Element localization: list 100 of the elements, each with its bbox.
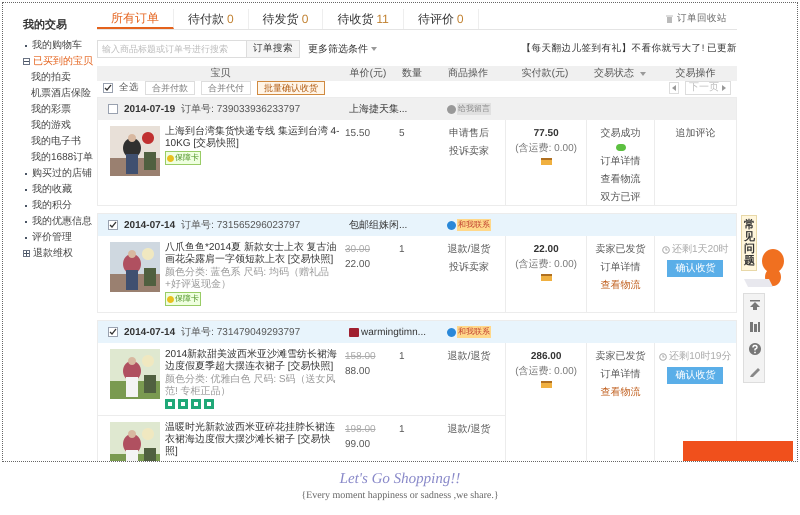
countdown: 还剩10时19分 <box>669 350 732 364</box>
status-link[interactable]: 订单详情 <box>600 367 640 382</box>
payment-icon <box>540 274 552 282</box>
order-date: 2014-07-14 <box>124 218 176 233</box>
sidebar-item[interactable]: 我的购物车 <box>32 38 82 53</box>
caret-icon <box>640 70 646 76</box>
original-price: 158.00 <box>345 350 377 364</box>
item-action-link[interactable]: 申请售后 <box>449 126 489 142</box>
original-price: 198.00 <box>345 423 377 438</box>
paid-amount: 22.00 <box>534 243 559 258</box>
item-action-link[interactable]: 投诉卖家 <box>449 260 489 276</box>
freight-note: (含运费: 0.00) <box>515 258 577 272</box>
product-title[interactable]: 上海到台湾集货快递专线 集运到台湾 4-10KG [交易快照] <box>165 126 341 150</box>
collapse-icon[interactable] <box>23 58 30 65</box>
freight-note: (含运费: 0.00) <box>515 364 577 380</box>
product-title[interactable]: 八爪鱼鱼*2014夏 新款女士上衣 复古油画花朵露肩一字领短款上衣 [交易快照] <box>165 242 341 266</box>
sidebar-item[interactable]: 我的拍卖 <box>31 70 71 85</box>
order-number: 订单号: 731479049293797 <box>181 326 300 340</box>
order-tab[interactable]: 待收货 11 <box>323 9 404 29</box>
countdown: 还剩1天20时 <box>672 242 729 258</box>
status-link[interactable]: 订单详情 <box>600 260 640 276</box>
order-date: 2014-07-14 <box>124 326 176 340</box>
sidebar-item[interactable]: 退款维权 <box>33 246 73 261</box>
product-title[interactable]: 2014新款甜美波西米亚沙滩雪纺长裙海边度假夏季超大摆连衣裙子 [交易快照] <box>165 349 341 374</box>
status-link[interactable]: 查看物流 <box>600 172 640 188</box>
sidebar-item[interactable]: 购买过的店铺 <box>32 166 92 181</box>
product-title[interactable]: 温暖时光新款波西米亚碎花挂脖长裙连衣裙海边度假大摆沙滩长裙子 [交易快照] <box>165 422 341 458</box>
status-link[interactable]: 双方已评 <box>600 190 640 206</box>
review-link[interactable]: 追加评论 <box>675 126 716 142</box>
order-number: 订单号: 739033936233797 <box>181 102 300 117</box>
shop-link[interactable]: warmingtimn... <box>361 324 426 340</box>
sidebar-item[interactable]: 我的游戏 <box>31 118 71 133</box>
checkbox[interactable] <box>103 83 113 94</box>
sidebar-item[interactable]: 机票酒店保险 <box>31 86 91 101</box>
sidebar-item[interactable]: 我的收藏 <box>32 182 72 197</box>
left-arrow-icon <box>671 85 677 92</box>
order-tab[interactable]: 待评价 0 <box>404 9 479 29</box>
column-header: 数量 <box>402 67 422 81</box>
search-button[interactable]: 订单搜索 <box>247 40 300 58</box>
previous-page-button[interactable] <box>669 82 679 94</box>
item-action-link[interactable]: 退款/退货 <box>448 422 490 438</box>
unit-price: 99.00 <box>345 438 372 452</box>
item-action-link[interactable]: 退款/退货 <box>448 242 490 258</box>
item-action-link[interactable]: 退款/退货 <box>448 349 490 364</box>
quantity: 1 <box>399 424 405 436</box>
column-header: 实付款(元) <box>522 66 568 81</box>
payment-icon <box>540 158 552 166</box>
paid-amount: 286.00 <box>530 350 562 364</box>
quantity: 1 <box>399 351 405 362</box>
order-tab[interactable]: 待发货 0 <box>248 9 324 29</box>
recycle-bin-link[interactable]: 订单回收站 <box>677 12 727 26</box>
paid-amount: 77.50 <box>534 127 559 142</box>
original-price: 30.00 <box>345 243 372 258</box>
status-link[interactable]: 查看物流 <box>600 278 640 294</box>
shop-link[interactable]: 包邮组姝闲... <box>349 218 408 233</box>
caret-icon <box>371 46 377 52</box>
batch-button[interactable]: 批量确认收货 <box>257 81 325 96</box>
sidebar-item[interactable]: 评价管理 <box>32 230 72 245</box>
guarantee-badge: 保障卡 <box>165 151 201 166</box>
help-tab[interactable]: 常见问题 <box>741 215 757 272</box>
slogan: Let's Go Shopping!! <box>340 470 460 488</box>
column-header: 宝贝 <box>210 66 230 81</box>
select-all-label[interactable]: 全选 <box>119 81 139 96</box>
product-spec: 颜色分类: 蓝色系 尺码: 均码（赠礼品+好评返现金） <box>165 267 330 292</box>
sidebar-item[interactable]: 我的电子书 <box>31 134 81 149</box>
filter-dropdown[interactable]: 更多筛选条件 <box>308 42 368 56</box>
tagline: {Every moment happiness or sadness ,we share.} <box>301 489 499 503</box>
checkbox[interactable] <box>108 220 118 230</box>
guarantee-badge: 保障卡 <box>165 292 201 306</box>
expand-icon[interactable] <box>23 250 30 257</box>
item-action-link[interactable]: 投诉卖家 <box>449 144 489 160</box>
unit-price: 22.00 <box>345 258 372 272</box>
trash-icon <box>666 15 673 23</box>
chat-icon[interactable] <box>616 144 626 152</box>
order-tab[interactable]: 待付款 0 <box>174 9 249 29</box>
sidebar-item[interactable]: 我的积分 <box>32 198 72 213</box>
checkbox[interactable] <box>108 104 118 114</box>
service-icon <box>204 399 214 410</box>
service-icon <box>178 399 188 410</box>
column-header: 交易状态 <box>594 66 634 81</box>
freight-note: (含运费: 0.00) <box>515 142 577 156</box>
sidebar-item[interactable]: 我的1688订单 <box>31 150 94 165</box>
sidebar-item[interactable]: 我的彩票 <box>31 102 71 117</box>
quantity: 5 <box>399 128 405 140</box>
status-link[interactable]: 订单详情 <box>600 154 640 170</box>
notice-text[interactable]: 【每天翻边儿签到有礼】不看你就亏大了! 已更新 <box>522 42 737 56</box>
checkbox[interactable] <box>108 327 118 338</box>
shop-link[interactable]: 上海捷天集... <box>349 102 408 117</box>
status-link[interactable]: 查看物流 <box>600 385 640 400</box>
sidebar-item[interactable]: 我的优惠信息 <box>32 214 92 229</box>
quantity: 1 <box>399 244 405 256</box>
batch-button[interactable]: 合并付款 <box>145 81 195 96</box>
order-date: 2014-07-19 <box>124 102 176 117</box>
search-field[interactable]: 输入商品标题或订单号进行搜索 <box>97 40 247 58</box>
product-spec: 颜色分类: 优雅白色 尺码: S码（送女风范! 专柜正品） <box>165 374 337 398</box>
column-header: 交易操作 <box>676 66 716 81</box>
sidebar-title: 我的交易 <box>23 18 68 33</box>
unit-price: 88.00 <box>345 365 372 380</box>
right-arrow-icon <box>721 85 727 92</box>
batch-button[interactable]: 合并代付 <box>201 81 251 96</box>
